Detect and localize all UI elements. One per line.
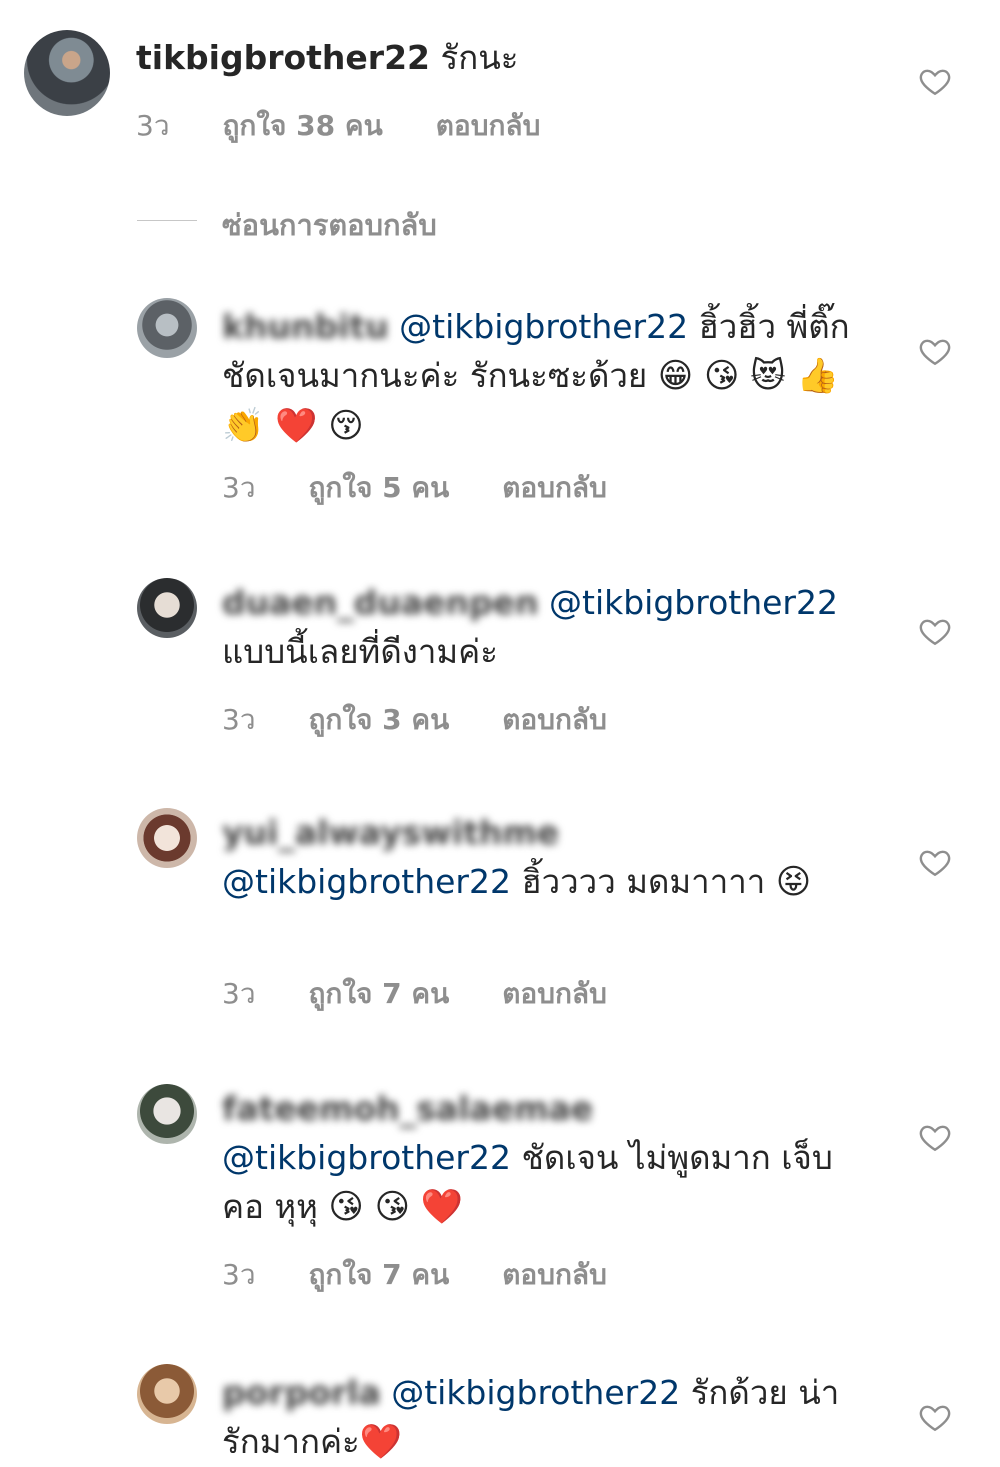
comment-time: 3ว <box>222 471 256 504</box>
reply-comment: khunbitu @tikbigbrother22 ฮิ้วฮิ้ว พี่ติ… <box>222 302 862 451</box>
emoji-text: 😝 <box>775 862 812 902</box>
avatar[interactable] <box>137 578 197 638</box>
reply-button[interactable]: ตอบกลับ <box>502 977 607 1010</box>
comment-text: รักนะ <box>440 38 519 77</box>
comment-meta: 3ว ถูกใจ 38 คน ตอบกลับ <box>136 104 584 148</box>
likes-count[interactable]: ถูกใจ 38 คน <box>222 109 382 142</box>
comment-text: ฮิ้วววว มดมาาาา <box>521 862 766 901</box>
mention-link[interactable]: @tikbigbrother22 <box>222 1138 511 1177</box>
comment-meta: 3ว ถูกใจ 7 คน ตอบกลับ <box>222 1253 651 1297</box>
comment-username[interactable]: fateemoh_salaemae <box>222 1089 593 1128</box>
reply-button[interactable]: ตอบกลับ <box>502 1258 607 1291</box>
comment-meta: 3ว ถูกใจ 5 คน ตอบกลับ <box>222 466 651 510</box>
comment-username[interactable]: yui_alwayswithme <box>222 813 559 852</box>
likes-count[interactable]: ถูกใจ 5 คน <box>308 471 449 504</box>
heart-icon[interactable] <box>918 334 952 368</box>
heart-icon[interactable] <box>918 1400 952 1434</box>
avatar[interactable] <box>137 1364 197 1424</box>
heart-icon[interactable] <box>918 1120 952 1154</box>
comment-time: 3ว <box>222 703 256 736</box>
comment-username[interactable]: khunbitu <box>222 307 389 346</box>
avatar[interactable] <box>137 298 197 358</box>
reply-comment: porporla @tikbigbrother22 รักด้วย น่ารัก… <box>222 1368 862 1467</box>
reply-comment: yui_alwayswithme @tikbigbrother22 ฮิ้ววว… <box>222 808 862 907</box>
comment-username[interactable]: duaen_duaenpen <box>222 583 539 622</box>
main-comment: tikbigbrother22 รักนะ <box>136 33 896 82</box>
comment-text: แบบนี้เลยที่ดีงามค่ะ <box>222 632 498 671</box>
comment-time: 3ว <box>136 109 170 142</box>
reply-comment: duaen_duaenpen @tikbigbrother22 แบบนี้เล… <box>222 578 872 676</box>
likes-count[interactable]: ถูกใจ 3 คน <box>308 703 449 736</box>
reply-button[interactable]: ตอบกลับ <box>502 703 607 736</box>
heart-icon[interactable] <box>918 845 952 879</box>
comment-time: 3ว <box>222 977 256 1010</box>
emoji-text: 😘 😘 ❤️ <box>328 1187 464 1227</box>
heart-icon[interactable] <box>918 614 952 648</box>
mention-link[interactable]: @tikbigbrother22 <box>391 1373 680 1412</box>
mention-link[interactable]: @tikbigbrother22 <box>222 862 511 901</box>
divider <box>137 220 197 221</box>
comment-meta: 3ว ถูกใจ 3 คน ตอบกลับ <box>222 698 651 742</box>
comment-meta: 3ว ถูกใจ 7 คน ตอบกลับ <box>222 972 651 1016</box>
mention-link[interactable]: @tikbigbrother22 <box>549 583 838 622</box>
reply-comment: fateemoh_salaemae @tikbigbrother22 ชัดเจ… <box>222 1084 862 1232</box>
comment-username[interactable]: porporla <box>222 1373 381 1412</box>
avatar[interactable] <box>137 808 197 868</box>
emoji-text: ❤️ <box>359 1422 403 1462</box>
heart-icon[interactable] <box>918 64 952 98</box>
avatar[interactable] <box>137 1084 197 1144</box>
reply-button[interactable]: ตอบกลับ <box>502 471 607 504</box>
comment-username[interactable]: tikbigbrother22 <box>136 38 430 77</box>
likes-count[interactable]: ถูกใจ 7 คน <box>308 1258 449 1291</box>
likes-count[interactable]: ถูกใจ 7 คน <box>308 977 449 1010</box>
mention-link[interactable]: @tikbigbrother22 <box>399 307 688 346</box>
hide-replies-button[interactable]: ซ่อนการตอบกลับ <box>222 202 437 248</box>
reply-button[interactable]: ตอบกลับ <box>436 109 541 142</box>
avatar[interactable] <box>24 30 110 116</box>
comment-time: 3ว <box>222 1258 256 1291</box>
